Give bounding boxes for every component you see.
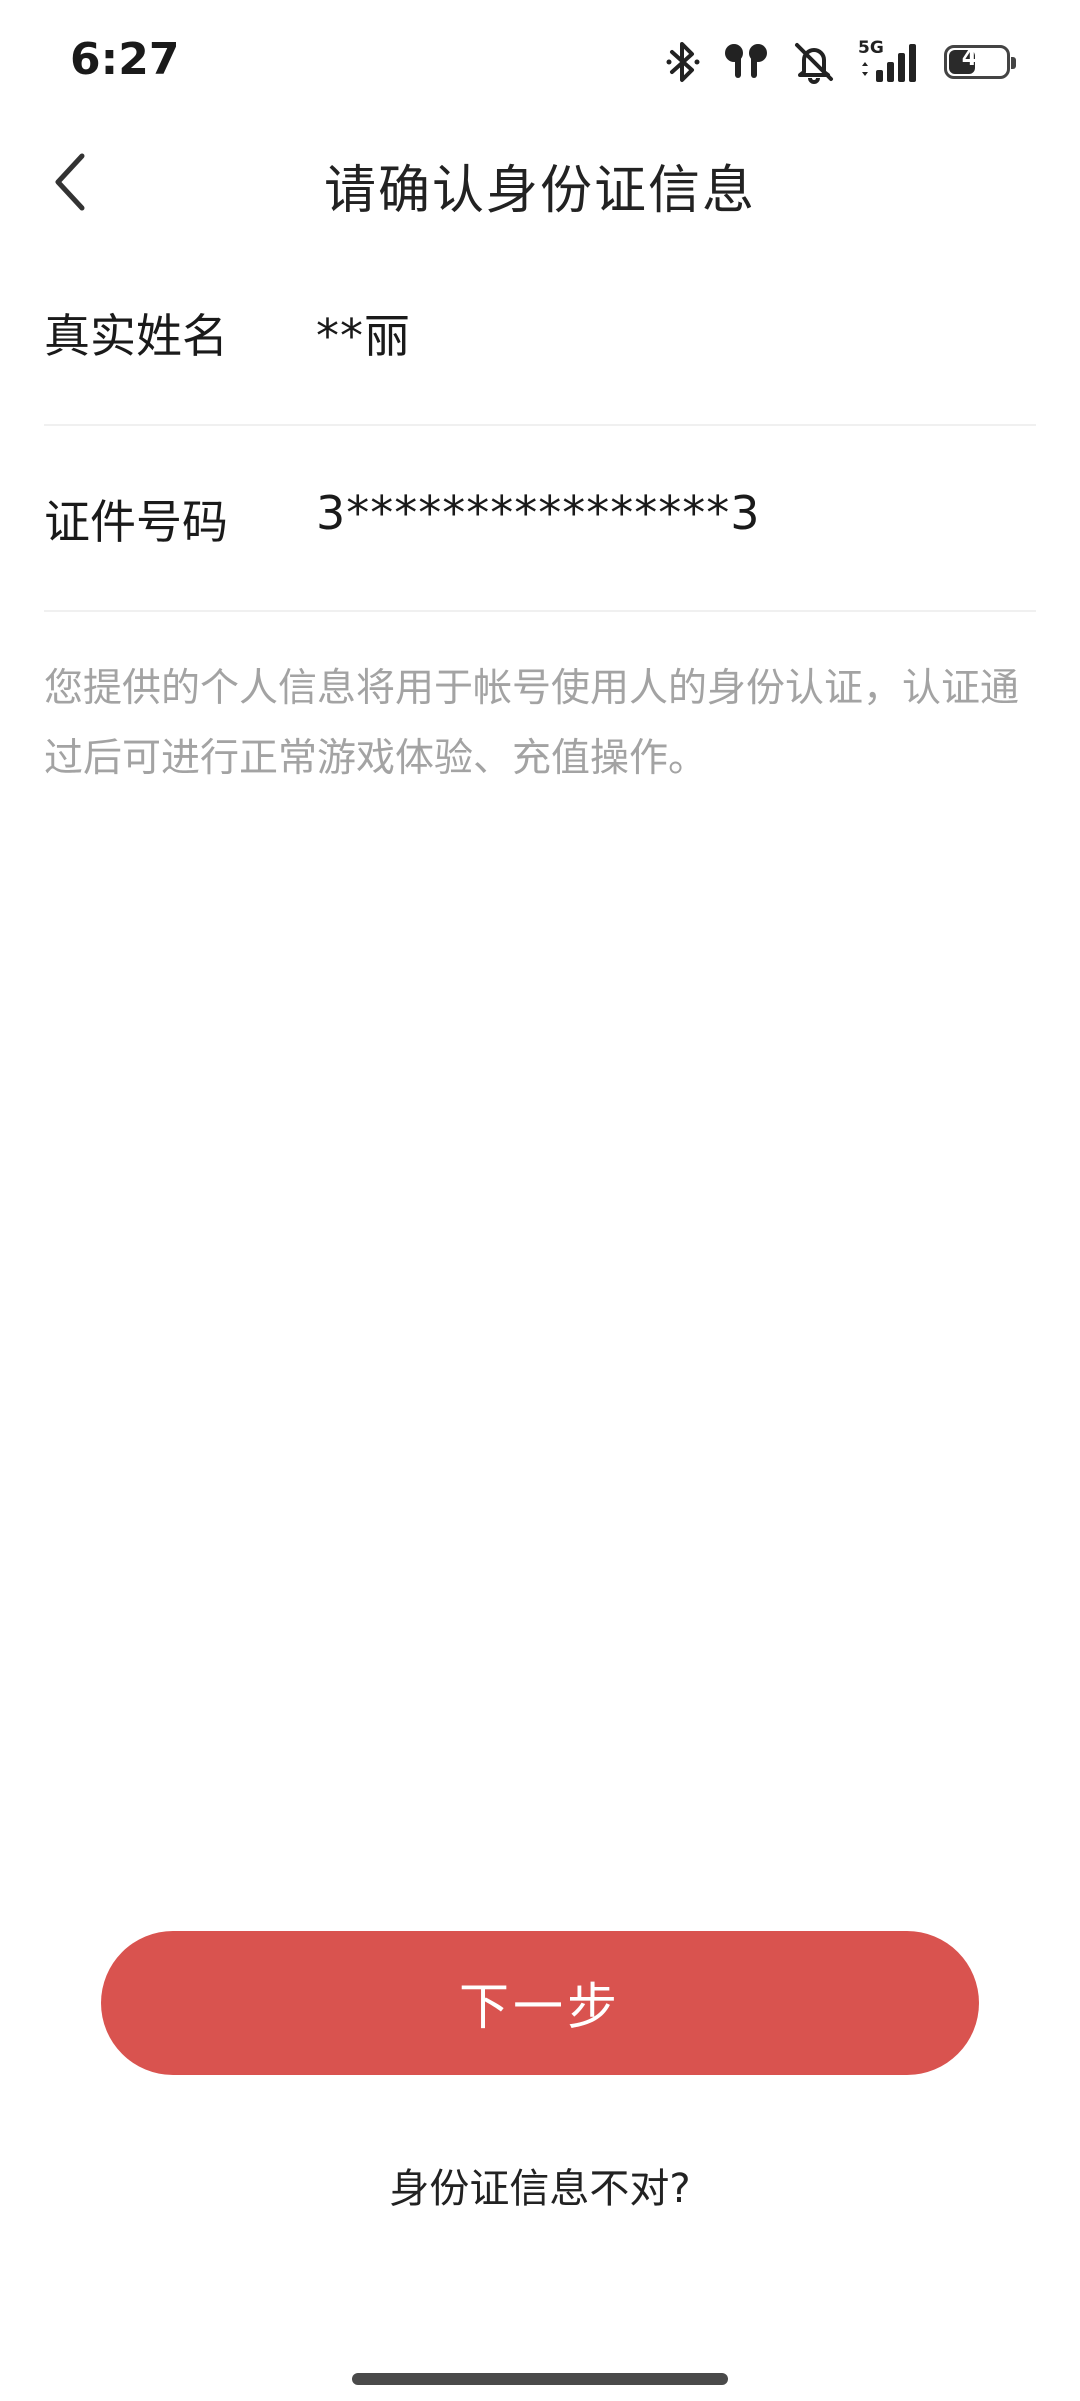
- battery-icon: 47: [944, 45, 1016, 79]
- home-indicator[interactable]: [352, 2373, 728, 2385]
- bluetooth-icon: [666, 40, 700, 84]
- real-name-row: 真实姓名 **丽: [44, 238, 1036, 426]
- status-icons: 5G 47: [666, 34, 1016, 90]
- battery-nub: [1011, 57, 1016, 69]
- real-name-label: 真实姓名: [44, 309, 228, 363]
- real-name-value: **丽: [316, 309, 411, 363]
- status-time: 6:27: [70, 34, 180, 85]
- privacy-notice: 您提供的个人信息将用于帐号使用人的身份认证，认证通过后可进行正常游戏体验、充值操…: [44, 666, 1020, 781]
- signal-5g-icon: 5G: [858, 38, 922, 84]
- next-step-button[interactable]: 下一步: [101, 1931, 979, 2075]
- status-bar: 6:27 5G 47: [0, 0, 1080, 120]
- wrong-id-info-link[interactable]: 身份证信息不对?: [0, 2156, 1080, 2214]
- id-number-label: 证件号码: [44, 495, 228, 549]
- id-number-row: 证件号码 3****************3: [44, 424, 1036, 612]
- earbuds-icon: [722, 40, 770, 84]
- battery-level: 47: [961, 46, 993, 71]
- page-title: 请确认身份证信息: [323, 161, 756, 221]
- mute-icon: [792, 40, 836, 84]
- id-number-value: 3****************3: [316, 486, 761, 540]
- header: 请确认身份证信息: [0, 120, 1080, 240]
